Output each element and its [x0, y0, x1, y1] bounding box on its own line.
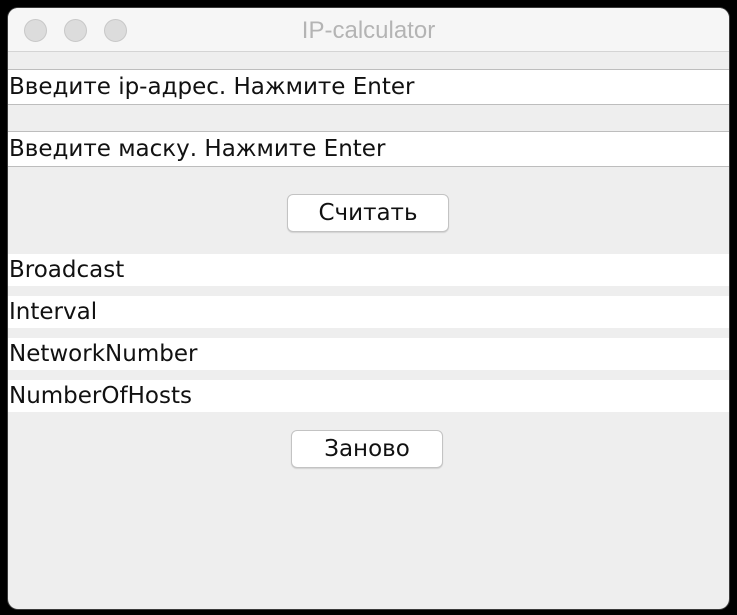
number-of-hosts-result: NumberOfHosts	[8, 380, 729, 412]
app-window: IP-calculator Введите ip-адрес. Нажмите …	[8, 8, 729, 609]
calculate-button[interactable]: Считать	[287, 194, 449, 232]
interval-result: Interval	[8, 296, 729, 328]
subnet-mask-input[interactable]: Введите маску. Нажмите Enter	[8, 131, 729, 167]
ip-address-input[interactable]: Введите ip-адрес. Нажмите Enter	[8, 69, 729, 105]
network-number-result: NetworkNumber	[8, 338, 729, 370]
window-title: IP-calculator	[301, 17, 436, 44]
broadcast-result: Broadcast	[8, 254, 729, 286]
title-bar[interactable]: IP-calculator	[8, 8, 729, 52]
reset-button[interactable]: Заново	[291, 430, 443, 468]
